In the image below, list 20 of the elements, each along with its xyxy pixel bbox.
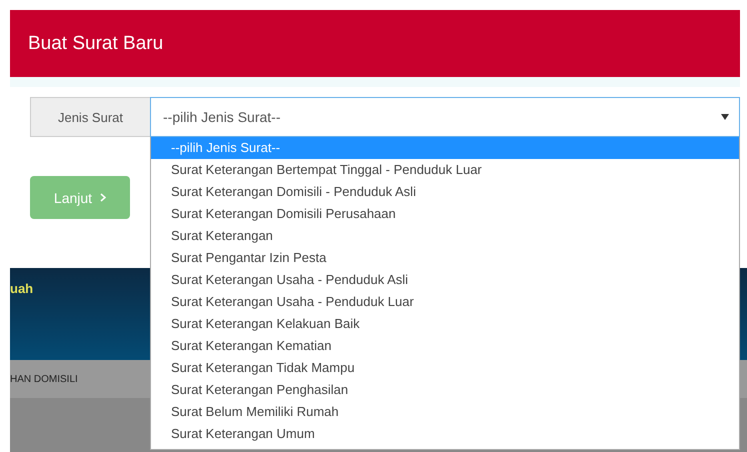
- table-heading: HAN DOMISILI: [10, 374, 78, 384]
- caret-icon: [721, 114, 729, 120]
- dropdown-option[interactable]: Surat Keterangan Umum: [151, 423, 739, 445]
- dropdown-option[interactable]: Surat Pengantar Izin Pesta: [151, 247, 739, 269]
- dropdown-option[interactable]: Surat Keterangan Kematian: [151, 335, 739, 357]
- dropdown-option[interactable]: Surat Keterangan Usaha - Penduduk Asli: [151, 269, 739, 291]
- dropdown-option[interactable]: Surat Keterangan Usaha - Penduduk Luar: [151, 291, 739, 313]
- modal-title: Buat Surat Baru: [28, 32, 164, 54]
- page-heading: uah: [10, 281, 34, 296]
- field-label: Jenis Surat: [30, 97, 150, 137]
- dropdown-option[interactable]: Surat Belum Memiliki Rumah: [151, 401, 739, 423]
- dropdown-option[interactable]: Surat Keterangan Penghasilan: [151, 379, 739, 401]
- letter-type-select[interactable]: --pilih Jenis Surat--: [150, 97, 740, 137]
- dropdown-option[interactable]: Surat Keterangan Tidak Mampu: [151, 357, 739, 379]
- dropdown-option[interactable]: Surat Keterangan Kelakuan Baik: [151, 313, 739, 335]
- dropdown-option[interactable]: Surat Keterangan Domisili Perusahaan: [151, 203, 739, 225]
- dropdown-option[interactable]: Surat Keterangan Bertempat Tinggal - Penduduk Luar: [151, 159, 739, 181]
- dropdown-option[interactable]: Surat Keterangan: [151, 225, 739, 247]
- dropdown-option[interactable]: Surat Keterangan Domisili - Penduduk Asli: [151, 181, 739, 203]
- chevron-right-icon: [100, 193, 106, 202]
